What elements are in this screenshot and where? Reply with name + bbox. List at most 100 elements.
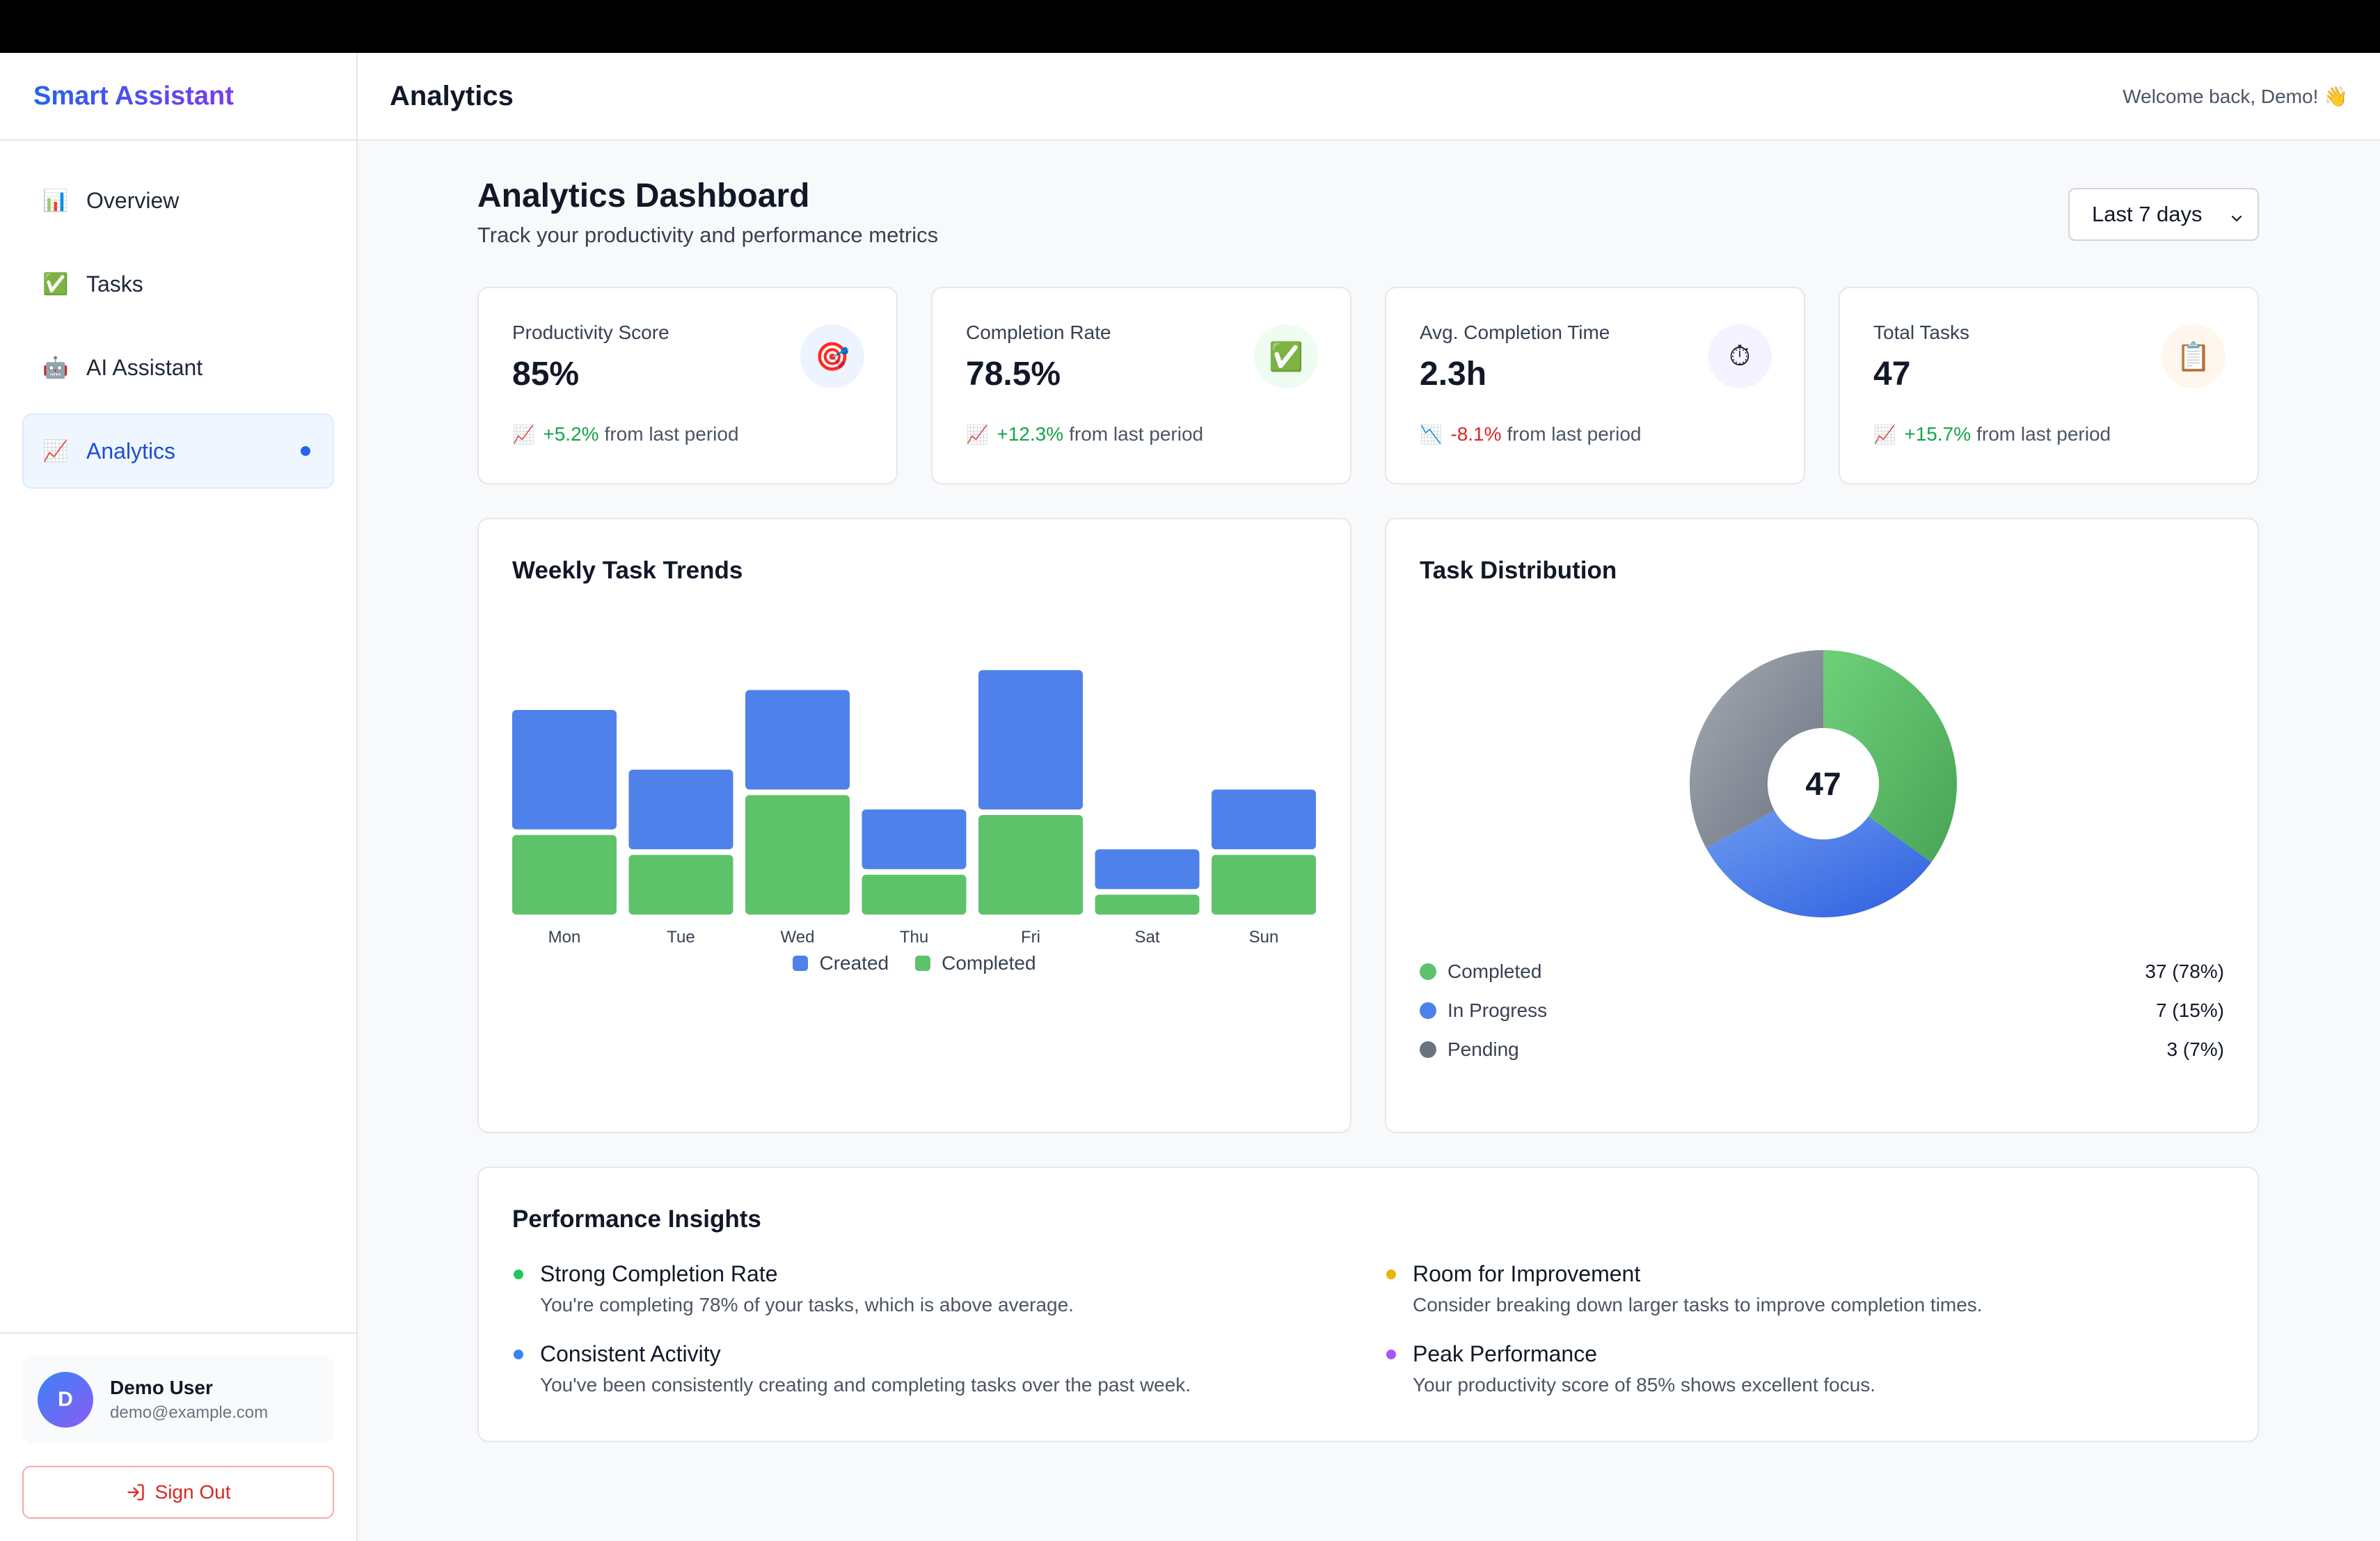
insight-list: Strong Completion Rate You're completing… <box>512 1261 2227 1396</box>
sidebar-item-label: AI Assistant <box>86 354 203 380</box>
clipboard-icon: 📋 <box>2161 324 2226 388</box>
bar-chart-icon: 📊 <box>42 189 69 212</box>
screen-top-bar <box>0 0 2380 53</box>
x-tick-label: Thu <box>900 928 928 947</box>
bar-completed-mon[interactable] <box>512 835 617 915</box>
status-dot-pending <box>1420 1041 1436 1058</box>
bar-created-fri[interactable] <box>978 670 1083 809</box>
legend-swatch-completed <box>915 956 931 971</box>
brand[interactable]: Smart Assistant <box>0 53 356 141</box>
sidebar-item-label: Tasks <box>86 271 143 297</box>
avatar: D <box>38 1372 93 1428</box>
brand-name[interactable]: Smart Assistant <box>33 81 234 111</box>
insight-item: Consistent Activity You've been consiste… <box>512 1341 1385 1396</box>
user-card[interactable]: D Demo User demo@example.com <box>22 1356 334 1444</box>
stat-change-value: +15.7% <box>1904 423 1972 445</box>
distribution-row-completed: Completed 37 (78%) <box>1420 952 2224 991</box>
app-window: Smart Assistant 📊 Overview ✅ Tasks 🤖 AI … <box>0 53 2380 1541</box>
bar-completed-fri[interactable] <box>978 815 1083 915</box>
trend-chart-icon: 📈 <box>42 439 69 463</box>
date-range-select[interactable]: Last 7 days <box>2068 188 2259 241</box>
check-box-icon: ✅ <box>42 272 69 296</box>
stat-change-suffix: from last period <box>604 423 739 445</box>
distribution-label: Completed <box>1447 961 1542 982</box>
insight-title: Strong Completion Rate <box>540 1261 778 1286</box>
distribution-row-in-progress: In Progress 7 (15%) <box>1420 991 2224 1030</box>
bar-created-sat[interactable] <box>1095 849 1200 890</box>
bar-completed-tue[interactable] <box>628 855 733 915</box>
stat-change-value: +5.2% <box>543 423 599 445</box>
legend-label: Completed <box>942 952 1036 974</box>
x-tick-label: Mon <box>548 928 581 947</box>
x-tick-label: Fri <box>1021 928 1040 947</box>
insight-description: Your productivity score of 85% shows exc… <box>1413 1374 1876 1396</box>
check-box-icon: ✅ <box>1254 324 1318 388</box>
stat-change-value: -8.1% <box>1450 423 1502 445</box>
chart-legend: Created Completed <box>479 952 1350 974</box>
sign-out-button[interactable]: Sign Out <box>22 1466 334 1519</box>
bar-created-mon[interactable] <box>512 710 617 830</box>
chevron-down-icon <box>2228 207 2245 232</box>
stat-card-productivity: Productivity Score 85% 📈 +5.2% from last… <box>477 287 898 484</box>
weekly-task-trends-panel: Weekly Task Trends Mon Tue Wed Thu Fri Sat Sun… <box>477 518 1351 1133</box>
x-tick-label: Tue <box>667 928 695 947</box>
performance-insights-panel: Performance Insights Strong Completion R… <box>477 1167 2259 1442</box>
donut-center-total: 47 <box>1805 766 1841 802</box>
bar-completed-thu[interactable] <box>862 874 967 915</box>
insight-bullet <box>1386 1350 1396 1359</box>
user-area: D Demo User demo@example.com Sign Out <box>0 1332 356 1541</box>
stat-change: 📈 +15.7% from last period <box>1873 423 2111 445</box>
status-dot-completed <box>1420 963 1436 980</box>
weekly-bar-chart: Mon Tue Wed Thu Fri Sat Sun <box>512 670 1316 947</box>
legend-label: Created <box>819 952 889 974</box>
sidebar-nav: 📊 Overview ✅ Tasks 🤖 AI Assistant 📈 Anal… <box>0 141 356 489</box>
distribution-label: Pending <box>1447 1038 1519 1060</box>
insight-item: Strong Completion Rate You're completing… <box>512 1261 1385 1316</box>
legend-item-created[interactable]: Created <box>793 952 889 974</box>
sidebar-item-analytics[interactable]: 📈 Analytics <box>22 413 334 489</box>
stat-change-value: +12.3% <box>997 423 1064 445</box>
insight-description: You're completing 78% of your tasks, whi… <box>540 1294 1074 1315</box>
bar-completed-sun[interactable] <box>1212 855 1316 915</box>
sidebar-item-ai-assistant[interactable]: 🤖 AI Assistant <box>22 330 334 405</box>
stat-change: 📉 -8.1% from last period <box>1420 423 1642 445</box>
robot-icon: 🤖 <box>42 356 69 379</box>
stat-card-completion-rate: Completion Rate 78.5% 📈 +12.3% from last… <box>931 287 1351 484</box>
insight-title: Consistent Activity <box>540 1341 721 1366</box>
user-email: demo@example.com <box>110 1403 269 1422</box>
task-distribution-panel: Task Distribution 47 Completed 37 (78%) … <box>1385 518 2259 1133</box>
distribution-value: 3 (7%) <box>2166 1038 2224 1060</box>
sidebar-item-overview[interactable]: 📊 Overview <box>22 163 334 238</box>
page-subtitle: Track your productivity and performance … <box>477 223 939 247</box>
sidebar: Smart Assistant 📊 Overview ✅ Tasks 🤖 AI … <box>0 53 358 1541</box>
bar-created-sun[interactable] <box>1212 789 1316 850</box>
task-distribution-donut: 47 <box>1690 650 1957 917</box>
insight-bullet <box>514 1350 523 1359</box>
stat-change: 📈 +5.2% from last period <box>512 423 739 445</box>
panel-title: Performance Insights <box>512 1206 761 1233</box>
x-tick-label: Wed <box>781 928 815 947</box>
welcome-message: Welcome back, Demo! 👋 <box>2123 85 2348 107</box>
stat-change-suffix: from last period <box>1507 423 1642 445</box>
insight-description: You've been consistently creating and co… <box>540 1374 1191 1396</box>
bar-created-thu[interactable] <box>862 809 967 869</box>
top-header: Analytics Welcome back, Demo! 👋 <box>358 53 2380 141</box>
bar-created-wed[interactable] <box>745 690 850 790</box>
bar-created-tue[interactable] <box>628 769 733 850</box>
active-indicator-dot <box>301 446 310 456</box>
sign-out-icon <box>126 1483 145 1502</box>
stats-row: Productivity Score 85% 📈 +5.2% from last… <box>477 287 2259 484</box>
stat-change-suffix: from last period <box>1976 423 2111 445</box>
insight-item: Peak Performance Your productivity score… <box>1385 1341 2227 1396</box>
sidebar-item-label: Overview <box>86 187 180 213</box>
bar-completed-wed[interactable] <box>745 795 850 915</box>
insight-bullet <box>1386 1270 1396 1279</box>
sidebar-item-label: Analytics <box>86 438 176 464</box>
target-icon: 🎯 <box>800 324 864 388</box>
sidebar-item-tasks[interactable]: ✅ Tasks <box>22 246 334 322</box>
insight-title: Peak Performance <box>1413 1341 1598 1366</box>
bar-completed-sat[interactable] <box>1095 894 1200 915</box>
legend-item-completed[interactable]: Completed <box>915 952 1036 974</box>
sign-out-label: Sign Out <box>154 1481 231 1503</box>
insight-bullet <box>514 1270 523 1279</box>
